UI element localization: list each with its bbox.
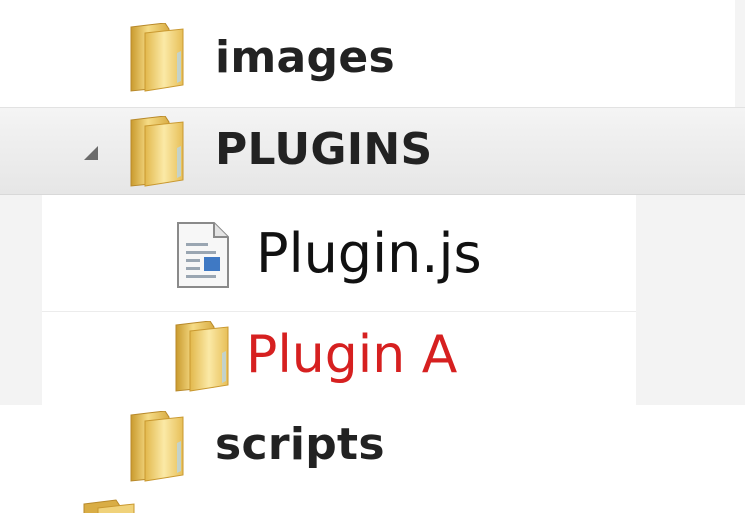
folder-icon xyxy=(130,23,184,92)
tree-item-label: PLUGINS xyxy=(215,124,433,175)
tree-item-label: scripts xyxy=(215,419,385,470)
expanded-triangle-icon[interactable] xyxy=(82,144,100,162)
tree-item-plugin-js[interactable]: Plugin.js xyxy=(42,196,636,312)
tree-item-plugin-a[interactable]: Plugin A xyxy=(42,313,636,403)
folder-icon xyxy=(80,498,136,513)
folder-icon xyxy=(130,411,184,482)
tree-item-plugins[interactable]: PLUGINS xyxy=(0,107,745,195)
folder-icon xyxy=(130,116,184,187)
background-edge xyxy=(0,195,42,405)
js-file-icon xyxy=(177,222,229,288)
tree-item-label: images xyxy=(215,32,395,83)
tree-item-label: Plugin A xyxy=(246,325,458,385)
background-edge xyxy=(636,195,745,405)
file-tree: images PLUGINS Plugin.js Plugin A script… xyxy=(0,0,745,513)
tree-item-label: Plugin.js xyxy=(256,222,482,285)
tree-item-scripts[interactable]: scripts xyxy=(42,405,636,489)
folder-icon xyxy=(175,321,229,392)
tree-item-images[interactable]: images xyxy=(0,18,745,102)
